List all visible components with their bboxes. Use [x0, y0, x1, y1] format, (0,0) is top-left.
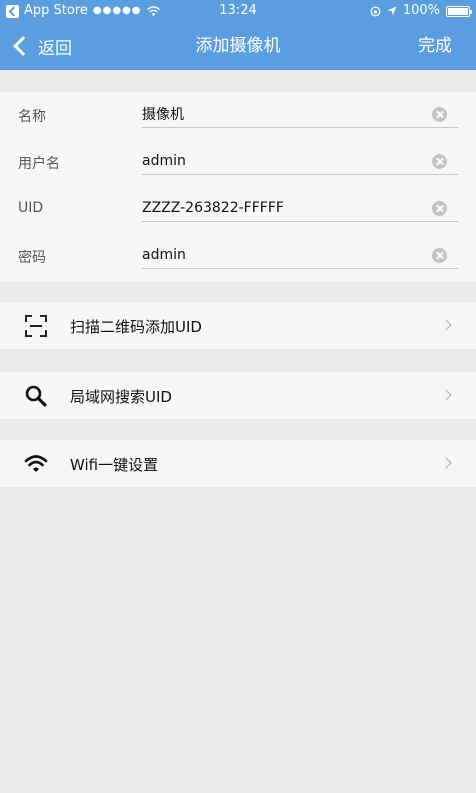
clear-password-icon[interactable]	[432, 248, 447, 263]
status-bar-right: 100%	[370, 0, 472, 22]
username-input[interactable]	[142, 147, 458, 175]
wifi-icon	[24, 455, 48, 472]
uid-input[interactable]	[142, 194, 458, 222]
app-header: App Store ●●●●● 13:24 100% 返回 添加摄像机 完成	[0, 0, 476, 70]
field-label-username: 用户名	[18, 156, 60, 172]
form-row-uid: UID	[0, 186, 476, 233]
wifi-setup-menu-item[interactable]: Wifi一键设置	[0, 440, 476, 487]
chevron-right-icon	[440, 457, 452, 469]
wifi-setup-label: Wifi一键设置	[70, 456, 159, 474]
clear-name-icon[interactable]	[432, 107, 447, 122]
lan-search-label: 局域网搜索UID	[70, 388, 172, 406]
chevron-right-icon	[440, 389, 452, 401]
navigation-bar: 返回 添加摄像机 完成	[0, 22, 476, 70]
battery-fill	[448, 7, 468, 15]
search-icon	[25, 385, 47, 407]
field-label-uid: UID	[18, 200, 44, 216]
name-input[interactable]	[142, 100, 458, 128]
chevron-right-icon	[440, 319, 452, 331]
done-button[interactable]: 完成	[418, 22, 452, 70]
scan-qr-label: 扫描二维码添加UID	[70, 318, 202, 336]
scan-qr-menu-item[interactable]: 扫描二维码添加UID	[0, 302, 476, 349]
location-icon	[387, 6, 397, 16]
qr-scan-icon	[25, 315, 47, 337]
camera-form: 名称 用户名 UID 密码	[0, 92, 476, 282]
form-row-name: 名称	[0, 92, 476, 139]
lan-search-menu-item[interactable]: 局域网搜索UID	[0, 372, 476, 419]
status-bar: App Store ●●●●● 13:24 100%	[0, 0, 476, 22]
field-label-name: 名称	[18, 109, 46, 125]
battery-icon	[446, 5, 472, 17]
rotation-lock-icon	[370, 6, 381, 16]
clear-username-icon[interactable]	[432, 154, 447, 169]
form-row-password: 密码	[0, 233, 476, 280]
clear-uid-icon[interactable]	[432, 201, 447, 216]
password-input[interactable]	[142, 241, 458, 269]
battery-percent: 100%	[402, 3, 440, 18]
field-label-password: 密码	[18, 250, 46, 266]
page-title: 添加摄像机	[195, 36, 281, 56]
form-row-username: 用户名	[0, 139, 476, 186]
